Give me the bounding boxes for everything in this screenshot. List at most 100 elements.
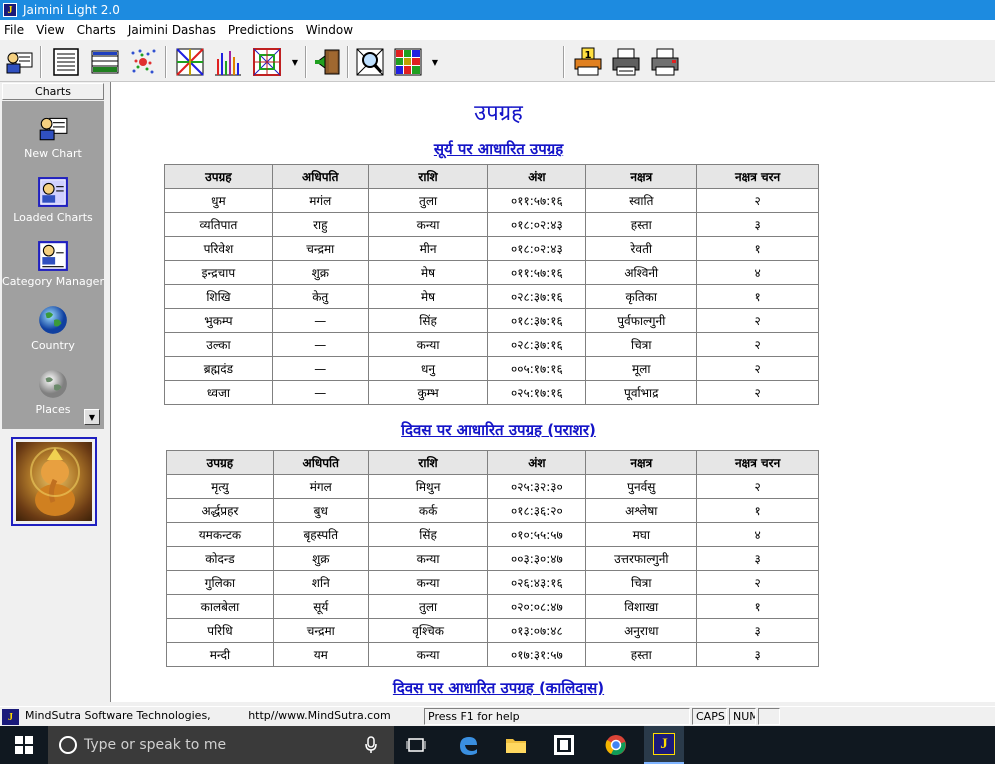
chevron-down-icon[interactable]: ▼ (290, 58, 300, 67)
table-cell: २ (696, 380, 819, 405)
table-cell: स्वाति (585, 188, 698, 213)
table-cell: ३ (696, 546, 819, 571)
page-title: उपग्रह (474, 101, 523, 126)
table-cell: मंगल (272, 474, 369, 499)
table-cell: बृहस्पति (272, 522, 369, 547)
table-cell: २ (696, 356, 819, 381)
menu-view[interactable]: View (32, 23, 68, 37)
table-cell: अश्लेषा (585, 498, 698, 523)
sidebar-item-category-manager[interactable]: Category Manager (2, 239, 104, 301)
sidebar-item-label: Places (35, 403, 71, 416)
table-cell: २ (696, 474, 819, 499)
globe-icon (36, 303, 70, 337)
bar-graph-icon[interactable] (212, 46, 244, 78)
table-cell: ०१७:३१:५७ (487, 642, 587, 667)
table-cell: कन्या (367, 570, 489, 595)
table-cell: ०१०:५५:५७ (487, 522, 587, 547)
category-manager-icon (36, 239, 70, 273)
menu-predictions[interactable]: Predictions (224, 23, 298, 37)
table-row: धुम मगंल तुला ०११:५७:१६ स्वाति २ (164, 188, 819, 213)
print-one-icon[interactable]: 1 (572, 46, 604, 78)
table-cell: २ (696, 570, 819, 595)
print-setup-icon[interactable] (649, 46, 681, 78)
sidebar-scroll-down[interactable]: ▼ (84, 409, 100, 425)
table-cell: शनि (272, 570, 369, 595)
table-row: ब्रह्मदंड — धनु ००५:१७:१६ मूला २ (164, 356, 819, 381)
column-header: अधिपति (271, 164, 369, 189)
table-row: मृत्यु मंगल मिथुन ०२५:३२:३० पुनर्वसु २ (166, 474, 819, 499)
places-icon (36, 367, 70, 401)
task-view-icon[interactable] (398, 726, 434, 764)
chrome-browser-icon[interactable] (598, 726, 634, 764)
section-title-sun-based: सूर्य पर आधारित उपग्रह (433, 140, 564, 158)
table-cell: पुनर्वसु (585, 474, 698, 499)
zoom-icon[interactable] (354, 46, 386, 78)
new-chart-tool-icon[interactable] (3, 46, 35, 78)
deity-picture (16, 442, 92, 521)
table-cell: कुम्भ (367, 380, 489, 405)
status-scrl (758, 708, 780, 725)
table-cell: २ (696, 332, 819, 357)
table-cell: — (271, 356, 369, 381)
table-cell: ०११:५७:१६ (487, 260, 587, 285)
store-app-icon[interactable] (546, 726, 582, 764)
menu-jaimini-dashas[interactable]: Jaimini Dashas (124, 23, 220, 37)
microphone-icon (365, 736, 377, 753)
menu-bar: File View Charts Jaimini Dashas Predicti… (0, 20, 995, 40)
sidebar-header[interactable]: Charts (2, 83, 104, 100)
table-row: अर्द्धप्रहर बुध कर्क ०१८:३६:२० अश्लेषा १ (166, 498, 819, 523)
edge-browser-icon[interactable] (450, 726, 486, 764)
table-row: कोदन्ड शुक्र कन्या ००३:३०:४७ उत्तरफाल्गुनी ३ (166, 546, 819, 571)
sun-based-upagraha-table: उपग्रह अधिपति राशि अंश नक्षत्र नक्षत्र चरन धु… (164, 164, 819, 405)
sidebar-item-loaded-charts[interactable]: Loaded Charts (2, 175, 104, 237)
sidebar-item-new-chart[interactable]: New Chart (2, 111, 104, 173)
charts-sidebar: Charts New Chart Loaded Charts Category … (0, 82, 108, 702)
lines-chart-icon[interactable] (174, 46, 206, 78)
menu-window[interactable]: Window (302, 23, 357, 37)
app-icon: J (2, 709, 19, 725)
table-cell: कन्या (367, 212, 489, 237)
table-cell: ०२६:४३:१६ (487, 570, 587, 595)
table-cell: ३ (696, 642, 819, 667)
column-header: राशि (367, 450, 489, 475)
table-cell: ००५:१७:१६ (487, 356, 587, 381)
sidebar-item-country[interactable]: Country (2, 303, 104, 365)
table-cell: चित्रा (585, 332, 698, 357)
company-name: MindSutra Software Technologies, (25, 709, 211, 722)
multi-chart-icon[interactable] (392, 46, 424, 78)
table-row: उल्का — कन्या ०२८:३७:१६ चित्रा २ (164, 332, 819, 357)
color-table-icon[interactable] (89, 46, 121, 78)
table-cell: मीन (367, 236, 489, 261)
table-header-row: उपग्रह अधिपति राशि अंश नक्षत्र नक्षत्र चरन (164, 164, 819, 189)
menu-charts[interactable]: Charts (73, 23, 120, 37)
table-cell: धुम (164, 188, 273, 213)
table-cell: ०१८:०२:४३ (487, 212, 587, 237)
dots-chart-icon[interactable] (127, 46, 159, 78)
table-cell: हस्ता (585, 642, 698, 667)
table-cell: हस्ता (585, 212, 698, 237)
company-url: http//www.MindSutra.com (248, 709, 391, 722)
sidebar-item-label: Category Manager (2, 275, 104, 288)
windows-start-icon[interactable] (0, 726, 48, 764)
exit-door-icon[interactable] (312, 46, 344, 78)
grid-chart-icon[interactable] (251, 46, 283, 78)
table-cell: व्यतिपात (164, 212, 273, 237)
table-cell: उत्तरफाल्गुनी (585, 546, 698, 571)
table-cell: मघा (585, 522, 698, 547)
table-cell: राहु (271, 212, 369, 237)
table-cell: मेष (367, 284, 489, 309)
jaimini-taskbar-icon[interactable]: J (644, 726, 684, 764)
table-cell: चन्द्रमा (271, 236, 369, 261)
table-cell: तुला (367, 188, 489, 213)
taskbar-search[interactable]: Type or speak to me (48, 726, 394, 764)
file-explorer-icon[interactable] (498, 726, 534, 764)
table-cell: मन्दी (166, 642, 274, 667)
document-list-icon[interactable] (50, 46, 82, 78)
windows-taskbar: Type or speak to me J (0, 726, 995, 764)
table-cell: परिधि (166, 618, 274, 643)
table-cell: यमकन्टक (166, 522, 274, 547)
menu-file[interactable]: File (0, 23, 28, 37)
printer-icon[interactable] (610, 46, 642, 78)
chevron-down-icon[interactable]: ▼ (430, 58, 440, 67)
table-cell: ०२८:३७:१६ (487, 284, 587, 309)
